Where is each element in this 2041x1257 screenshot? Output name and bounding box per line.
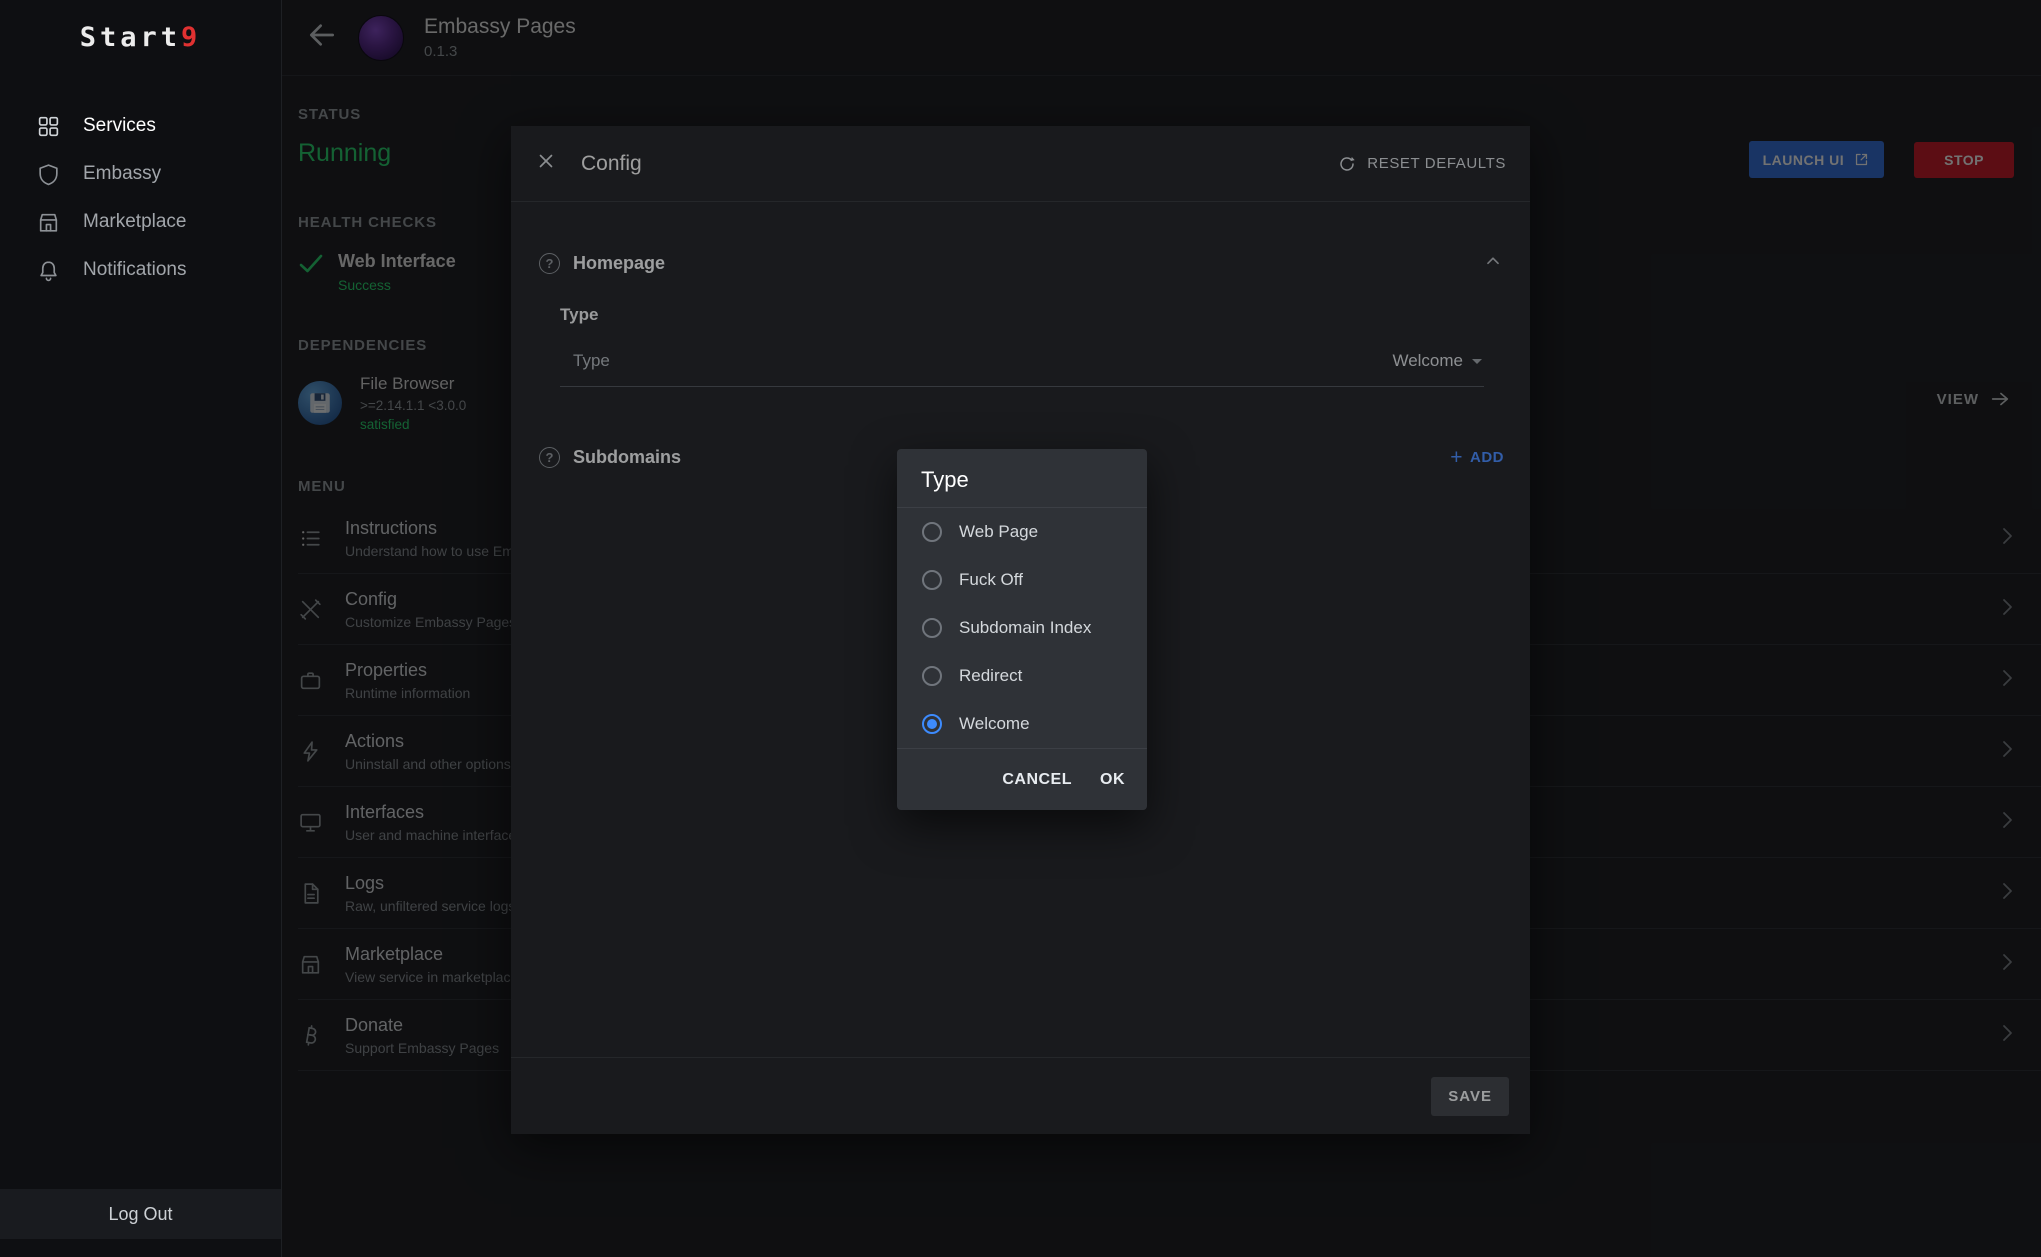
type-options-list: Web Page Fuck Off Subdomain Index Redire… [897, 508, 1147, 749]
radio-option-label: Redirect [959, 666, 1022, 686]
sidebar-item-embassy[interactable]: Embassy [0, 150, 281, 198]
storefront-icon [36, 210, 61, 235]
radio-option-label: Fuck Off [959, 570, 1023, 590]
radio-option-redirect[interactable]: Redirect [897, 652, 1147, 700]
type-dialog: Type Web Page Fuck Off Subdomain Index R… [897, 449, 1147, 810]
start9-logo: Start9 [0, 22, 281, 53]
sidebar-item-services[interactable]: Services [0, 102, 281, 150]
radio-option-web-page[interactable]: Web Page [897, 508, 1147, 556]
grid-icon [36, 114, 61, 139]
type-dialog-header: Type [897, 449, 1147, 508]
shield-icon [36, 162, 61, 187]
type-dialog-title: Type [921, 467, 1123, 493]
logo-accent: 9 [181, 22, 201, 53]
radio-icon[interactable] [922, 618, 942, 638]
sidebar: Start9 Services Embassy Marketplace Noti… [0, 0, 282, 1257]
cancel-button[interactable]: CANCEL [1002, 771, 1072, 789]
sidebar-item-marketplace[interactable]: Marketplace [0, 198, 281, 246]
ok-button[interactable]: OK [1100, 771, 1125, 789]
radio-option-label: Welcome [959, 714, 1030, 734]
sidebar-item-label: Services [83, 115, 156, 137]
radio-icon[interactable] [922, 666, 942, 686]
radio-icon[interactable] [922, 570, 942, 590]
sidebar-item-notifications[interactable]: Notifications [0, 246, 281, 294]
sidebar-item-label: Embassy [83, 163, 161, 185]
sidebar-item-label: Marketplace [83, 211, 187, 233]
radio-icon[interactable] [922, 714, 942, 734]
logout-button[interactable]: Log Out [0, 1189, 281, 1239]
radio-option-subdomain-index[interactable]: Subdomain Index [897, 604, 1147, 652]
radio-option-welcome[interactable]: Welcome [897, 700, 1147, 748]
radio-icon[interactable] [922, 522, 942, 542]
logo-text: Start [80, 22, 181, 53]
radio-option-fuck-off[interactable]: Fuck Off [897, 556, 1147, 604]
alert-backdrop[interactable] [282, 0, 2041, 1257]
type-dialog-actions: CANCEL OK [897, 749, 1147, 810]
sidebar-item-label: Notifications [83, 259, 187, 281]
radio-option-label: Subdomain Index [959, 618, 1091, 638]
radio-option-label: Web Page [959, 522, 1038, 542]
bell-icon [36, 258, 61, 283]
sidebar-nav: Services Embassy Marketplace Notificatio… [0, 102, 281, 294]
